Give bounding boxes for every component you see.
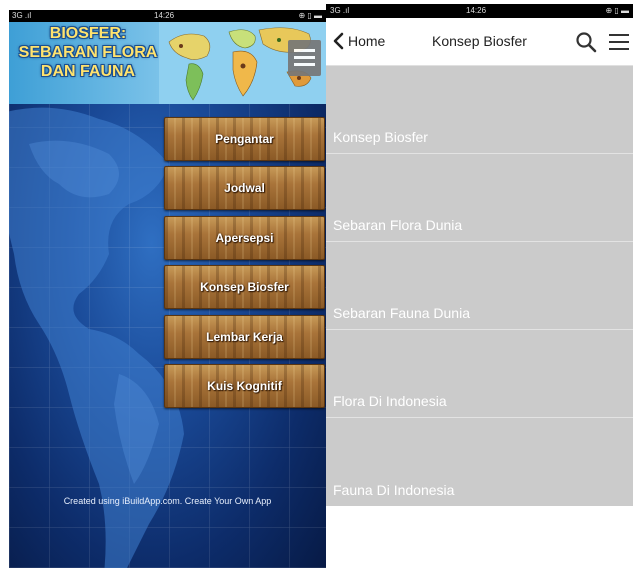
list-item-fauna-di-indonesia[interactable]: Fauna Di Indonesia: [326, 418, 633, 506]
list-item-sebaran-fauna-dunia[interactable]: Sebaran Fauna Dunia: [326, 242, 633, 330]
list-item-sebaran-flora-dunia[interactable]: Sebaran Flora Dunia: [326, 154, 633, 242]
menu-button-lembar-kerja[interactable]: Lembar Kerja: [164, 315, 325, 359]
back-chevron-icon: [333, 32, 344, 50]
menu-button-apersepsi[interactable]: Apersepsi: [164, 216, 325, 260]
list-item-label: Sebaran Fauna Dunia: [333, 305, 470, 321]
app-title: BIOSFER: SEBARAN FLORA DAN FAUNA: [13, 24, 163, 81]
search-icon[interactable]: [575, 31, 597, 53]
konsep-biosfer-screen: 3G .ıl 14:26 ⊕ ▯ ▬ Konsep Biosfer Home K…: [326, 4, 633, 506]
status-time: 14:26: [466, 6, 487, 15]
signal-indicator: 3G .ıl: [12, 11, 32, 20]
title-line-2: SEBARAN FLORA: [18, 44, 158, 61]
list-item-flora-di-indonesia[interactable]: Flora Di Indonesia: [326, 330, 633, 418]
list-item-label: Fauna Di Indonesia: [333, 482, 455, 498]
footer-credit[interactable]: Created using iBuildApp.com. Create Your…: [9, 496, 326, 506]
status-icons: ⊕ ▯ ▬: [605, 6, 629, 15]
topic-list: Konsep Biosfer Sebaran Flora Dunia Sebar…: [326, 66, 633, 506]
status-time: 14:26: [154, 11, 175, 20]
home-screen: 3G .ıl 14:26 ⊕ ▯ ▬ BIOSFER: SEBARAN FLOR…: [9, 10, 326, 568]
app-banner: BIOSFER: SEBARAN FLORA DAN FAUNA: [9, 22, 326, 104]
list-item-label: Flora Di Indonesia: [333, 393, 447, 409]
navigation-bar: Konsep Biosfer Home: [326, 18, 633, 66]
hamburger-menu-icon[interactable]: [609, 33, 629, 51]
signal-indicator: 3G .ıl: [330, 6, 350, 15]
back-button-label: Home: [348, 33, 386, 49]
title-line-1: BIOSFER:: [49, 25, 127, 42]
status-bar: 3G .ıl 14:26 ⊕ ▯ ▬: [326, 4, 633, 18]
list-item-konsep-biosfer[interactable]: Konsep Biosfer: [326, 66, 633, 154]
list-item-label: Konsep Biosfer: [333, 129, 428, 145]
title-line-3: DAN FAUNA: [40, 63, 136, 80]
hamburger-menu-icon[interactable]: [288, 40, 321, 76]
list-item-label: Sebaran Flora Dunia: [333, 217, 463, 233]
status-icons: ⊕ ▯ ▬: [298, 11, 322, 20]
back-button[interactable]: Home: [331, 29, 385, 53]
menu-button-pengantar[interactable]: Pengantar: [164, 117, 325, 161]
menu-button-jodwal[interactable]: Jodwal: [164, 166, 325, 210]
status-bar: 3G .ıl 14:26 ⊕ ▯ ▬: [9, 10, 326, 22]
menu-button-kuis-kognitif[interactable]: Kuis Kognitif: [164, 364, 325, 408]
menu-button-konsep-biosfer[interactable]: Konsep Biosfer: [164, 265, 325, 309]
